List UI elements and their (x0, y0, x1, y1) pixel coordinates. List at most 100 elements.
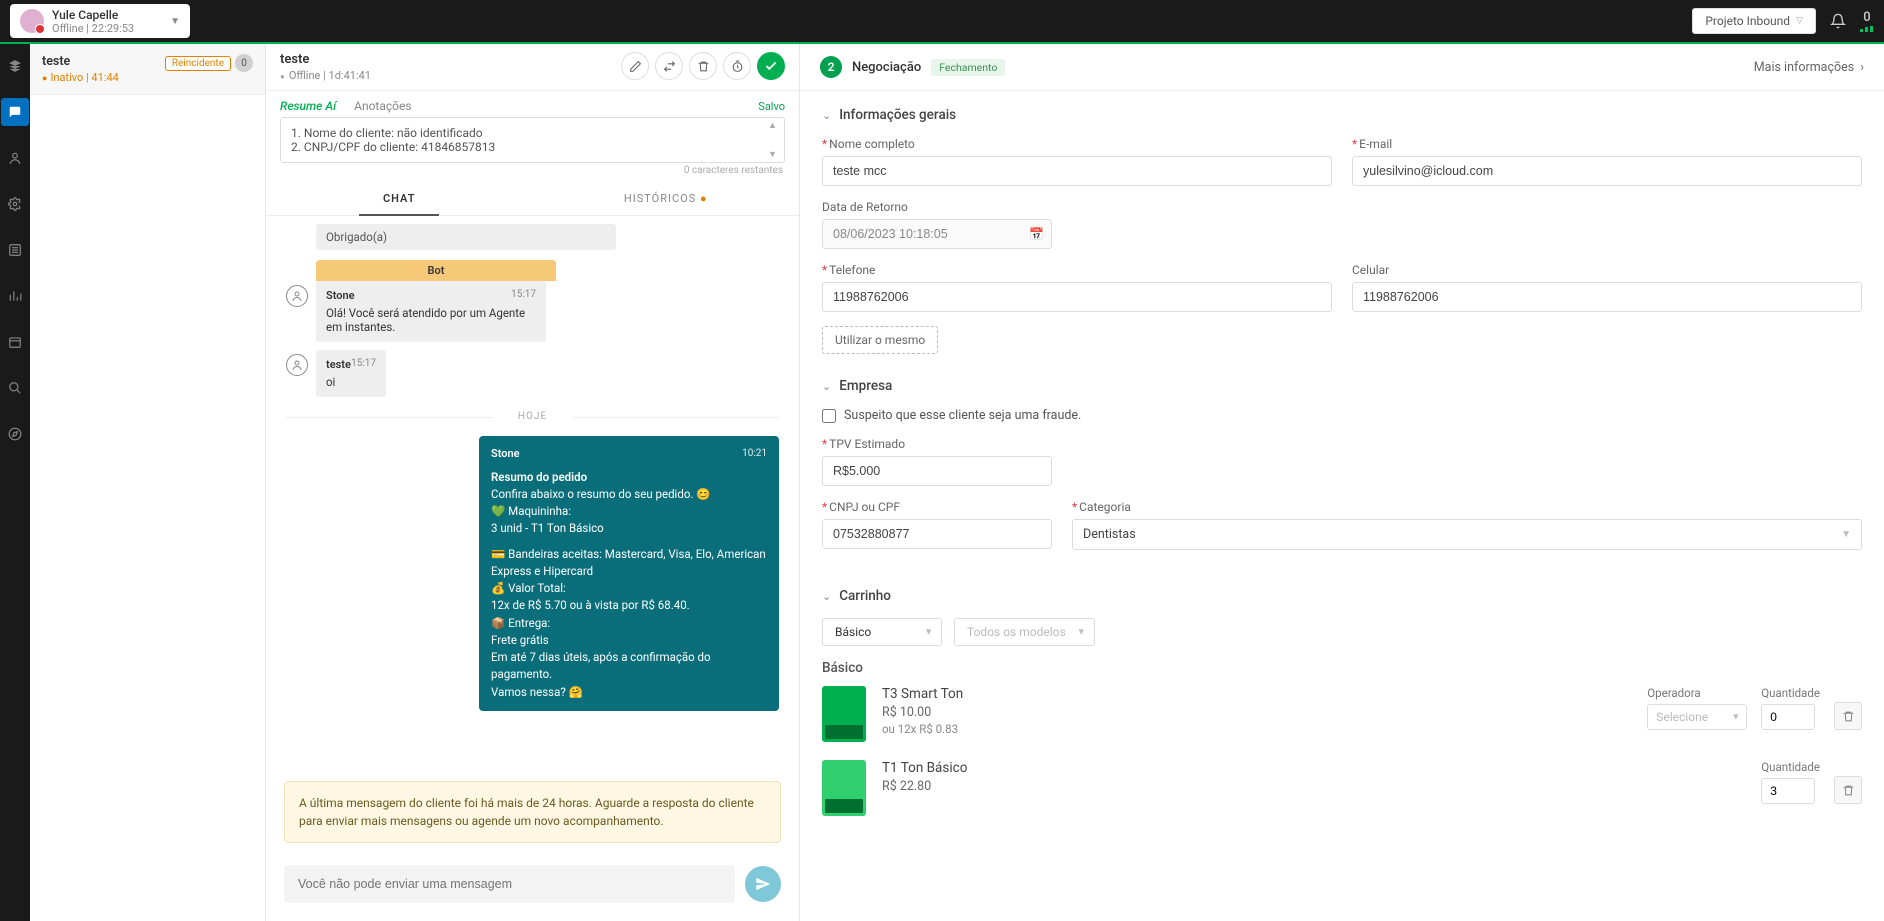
chevron-down-icon: ▼ (170, 16, 180, 27)
trash-button[interactable] (1834, 776, 1862, 804)
chat-status: Offline | 1d:41:41 (280, 69, 371, 82)
btn-utilizar-mesmo[interactable]: Utilizar o mesmo (822, 326, 938, 354)
input-data-retorno[interactable] (822, 219, 1052, 249)
input-telefone[interactable] (822, 282, 1332, 312)
chevron-down-icon: ⌄ (822, 380, 831, 393)
nav-settings-icon[interactable] (1, 190, 29, 218)
select-categoria[interactable]: Dentistas▼ (1072, 519, 1862, 550)
product-price: R$ 22.80 (882, 779, 1745, 794)
message-text: Olá! Você será atendido por um Agente em… (326, 306, 536, 334)
tag-fechamento: Fechamento (931, 59, 1005, 76)
label-cnpj: *CNPJ ou CPF (822, 500, 1052, 514)
message-input[interactable] (284, 865, 735, 903)
input-tpv[interactable] (822, 456, 1052, 486)
chevron-down-icon: ▼ (1077, 627, 1086, 638)
label-categoria: *Categoria (1072, 500, 1862, 514)
person-icon (286, 354, 308, 376)
person-icon (286, 285, 308, 307)
chevron-down-icon: ▼ (924, 627, 933, 638)
nav-calendar-icon[interactable] (1, 328, 29, 356)
input-cnpj[interactable] (822, 519, 1052, 549)
chat-header: teste Offline | 1d:41:41 (266, 44, 799, 91)
tab-historicos[interactable]: HISTÓRICOS ● (533, 182, 800, 215)
stage-name: Negociação (852, 60, 921, 75)
user-name: Yule Capelle (52, 8, 134, 22)
messages-scroll[interactable]: Obrigado(a) Bot Stone15:17 Olá! Você ser… (266, 216, 799, 771)
label-data-retorno: Data de Retorno (822, 200, 1052, 214)
nav-chat-icon[interactable] (1, 98, 29, 126)
user-status: Offline | 22:29:53 (52, 22, 134, 35)
project-label: Projeto Inbound (1705, 14, 1790, 28)
input-email[interactable] (1352, 156, 1862, 186)
label-nome: *Nome completo (822, 137, 1332, 151)
conversation-list: teste Inativo | 41:44 Reincidente 0 (30, 44, 266, 921)
nav-list-icon[interactable] (1, 236, 29, 264)
filter-modelo[interactable]: Todos os modelos▼ (954, 618, 1095, 646)
warning-message: A última mensagem do cliente foi há mais… (284, 781, 781, 843)
edit-button[interactable] (621, 52, 649, 80)
input-quantidade[interactable] (1761, 778, 1815, 804)
saved-label: Salvo (758, 100, 785, 113)
transfer-button[interactable] (655, 52, 683, 80)
bot-divider: Bot (316, 260, 556, 281)
details-panel: 2 Negociação Fechamento Mais informações… (800, 44, 1884, 921)
nav-layers-icon[interactable] (1, 52, 29, 80)
product-row: T3 Smart Ton R$ 10.00 ou 12x R$ 0.83 Ope… (822, 686, 1862, 742)
label-operadora: Operadora (1647, 686, 1747, 700)
product-image (822, 686, 866, 742)
chevron-down-icon: ▽ (1796, 16, 1803, 26)
input-nome[interactable] (822, 156, 1332, 186)
chat-title: teste (280, 52, 371, 67)
nav-search-icon[interactable] (1, 374, 29, 402)
label-celular: Celular (1352, 263, 1862, 277)
nav-rail (0, 44, 30, 921)
message-text: oi (326, 375, 376, 389)
project-selector[interactable]: Projeto Inbound ▽ (1692, 8, 1816, 34)
notes-textarea[interactable]: 1. Nome do cliente: não identificado 2. … (280, 117, 785, 163)
dot-icon: ● (700, 192, 708, 205)
message-row: Stone15:17 Olá! Você será atendido por u… (286, 281, 779, 342)
message-thanks: Obrigado(a) (316, 224, 616, 250)
nav-compass-icon[interactable] (1, 420, 29, 448)
online-counter[interactable]: 0 (1860, 10, 1874, 32)
timer-button[interactable] (723, 52, 751, 80)
message-input-row (266, 853, 799, 921)
tab-anotacoes[interactable]: Anotações (354, 99, 411, 113)
input-quantidade[interactable] (1761, 704, 1815, 730)
chevron-down-icon: ▼ (1841, 529, 1851, 540)
product-install: ou 12x R$ 0.83 (882, 722, 1631, 736)
select-operadora[interactable]: Selecione▼ (1647, 704, 1747, 730)
nav-chart-icon[interactable] (1, 282, 29, 310)
label-email: *E-mail (1352, 137, 1862, 151)
scroll-arrows[interactable]: ▲▼ (768, 120, 782, 160)
cart-group-title: Básico (822, 660, 1862, 676)
chevron-down-icon: ⌄ (822, 590, 831, 603)
chevron-down-icon: ▼ (1731, 712, 1740, 723)
label-tpv: *TPV Estimado (822, 437, 1052, 451)
chevron-right-icon: › (1860, 60, 1864, 75)
confirm-button[interactable] (757, 52, 785, 80)
filter-plano[interactable]: Básico▼ (822, 618, 942, 646)
delete-button[interactable] (689, 52, 717, 80)
chat-panel: teste Offline | 1d:41:41 Resume Aí Anota… (266, 44, 800, 921)
panel-header: 2 Negociação Fechamento Mais informações… (800, 44, 1884, 91)
nav-user-icon[interactable] (1, 144, 29, 172)
checkbox-fraude[interactable] (822, 409, 836, 423)
label-fraude: Suspeito que esse cliente seja uma fraud… (844, 408, 1081, 423)
section-info-gerais[interactable]: ⌄Informações gerais (822, 107, 1862, 123)
message-row: teste15:17 oi (286, 350, 779, 397)
bell-icon[interactable] (1830, 13, 1846, 29)
chat-view-tabs: CHAT HISTÓRICOS ● (266, 182, 799, 216)
tab-chat[interactable]: CHAT (266, 182, 533, 215)
send-button[interactable] (745, 866, 781, 902)
user-status-badge[interactable]: Yule Capelle Offline | 22:29:53 ▼ (10, 4, 190, 38)
input-celular[interactable] (1352, 282, 1862, 312)
trash-button[interactable] (1834, 702, 1862, 730)
tab-resume-ai[interactable]: Resume Aí (280, 99, 336, 113)
conversation-item[interactable]: teste Inativo | 41:44 Reincidente 0 (30, 44, 265, 95)
section-empresa[interactable]: ⌄Empresa (822, 378, 1862, 394)
section-carrinho[interactable]: ⌄Carrinho (822, 588, 1862, 604)
avatar (20, 9, 44, 33)
more-info-button[interactable]: Mais informações › (1754, 60, 1864, 75)
conversation-title: teste (42, 54, 119, 69)
